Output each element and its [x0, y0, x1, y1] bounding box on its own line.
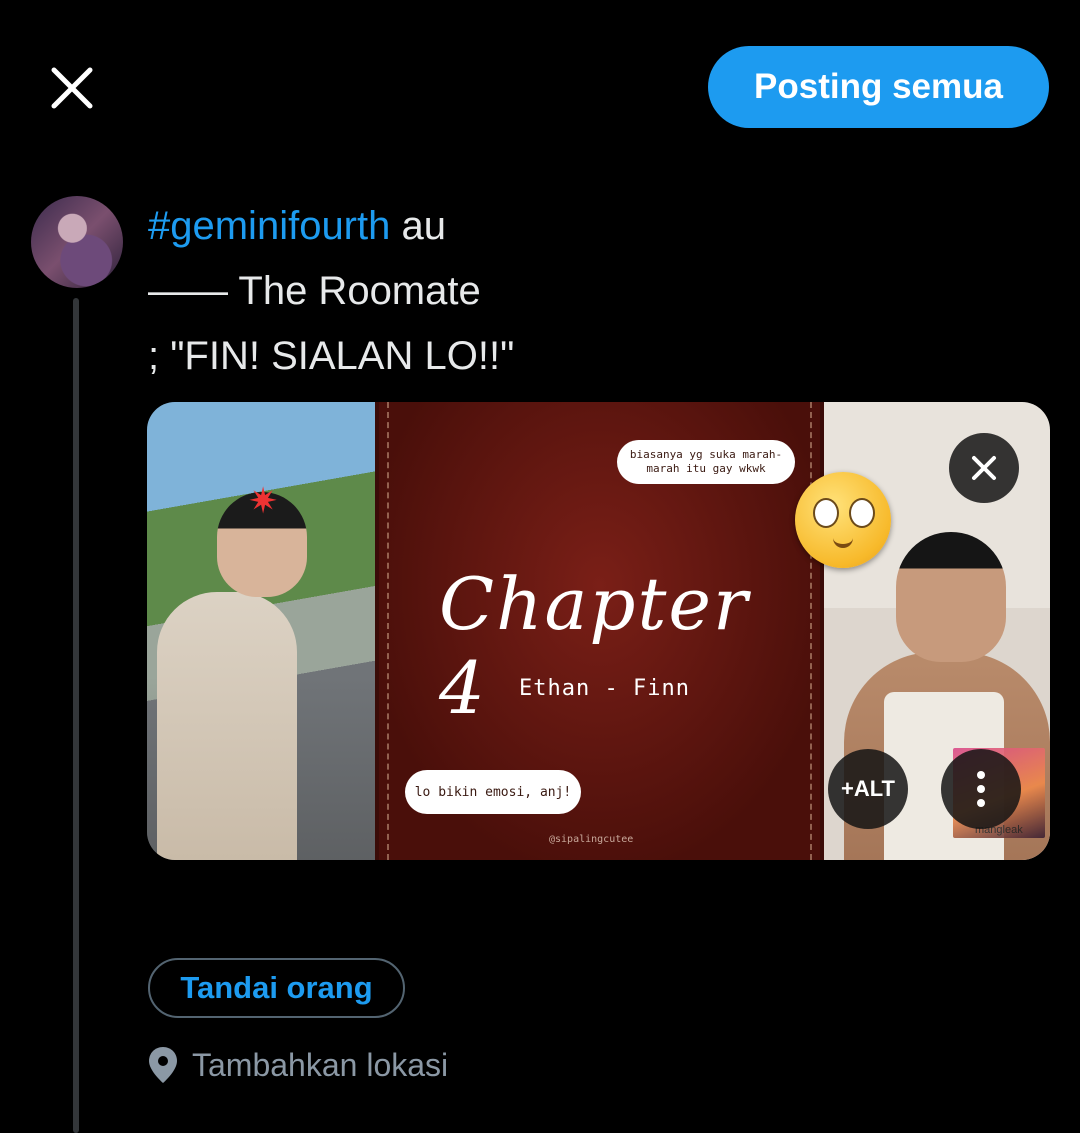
person-left	[157, 592, 297, 860]
emoji-eye-right	[849, 498, 875, 528]
add-alt-button[interactable]: +ALT	[828, 749, 908, 829]
image-credit: @sipalingcutee	[549, 834, 634, 845]
tag-people-button[interactable]: Tandai orang	[148, 958, 405, 1018]
blushing-emoji-icon	[795, 472, 891, 568]
more-vertical-icon	[977, 771, 985, 807]
location-pin-icon	[149, 1047, 177, 1083]
tweet-text[interactable]: #geminifourth au —— The Roomate ; "FIN! …	[148, 194, 514, 389]
chapter-cover: biasanya yg suka marah-marah itu gay wkw…	[375, 402, 824, 860]
speech-bubble-bottom: lo bikin emosi, anj!	[405, 770, 581, 814]
close-icon	[972, 456, 996, 480]
thread-line	[73, 298, 79, 1133]
tweet-line-3: ; "FIN! SIALAN LO!!"	[148, 334, 515, 378]
speech-bubble-top: biasanya yg suka marah-marah itu gay wkw…	[617, 440, 795, 484]
add-location-label: Tambahkan lokasi	[192, 1046, 449, 1083]
media-attachment[interactable]: biasanya yg suka marah-marah itu gay wkw…	[147, 402, 1050, 860]
tweet-line-1-rest: au	[390, 204, 446, 248]
close-button[interactable]	[46, 62, 98, 114]
more-options-button[interactable]	[941, 749, 1021, 829]
anger-symbol-icon: ✷	[248, 480, 279, 521]
avatar[interactable]	[31, 196, 123, 288]
close-icon	[51, 67, 93, 109]
add-location-button[interactable]: Tambahkan lokasi	[148, 1046, 448, 1084]
post-all-button[interactable]: Posting semua	[708, 46, 1049, 128]
stitch-left	[387, 402, 389, 860]
chapter-names: Ethan - Finn	[519, 676, 690, 701]
hashtag-link[interactable]: #geminifourth	[148, 204, 390, 248]
person-right-head	[896, 532, 1006, 662]
remove-media-button[interactable]	[949, 433, 1019, 503]
photo-left	[147, 402, 375, 860]
tweet-line-1: #geminifourth au	[148, 194, 514, 259]
emoji-eye-left	[813, 498, 839, 528]
tweet-line-2: —— The Roomate	[148, 269, 481, 313]
chapter-title: Chapter 4	[439, 562, 750, 730]
emoji-mouth	[833, 534, 853, 548]
